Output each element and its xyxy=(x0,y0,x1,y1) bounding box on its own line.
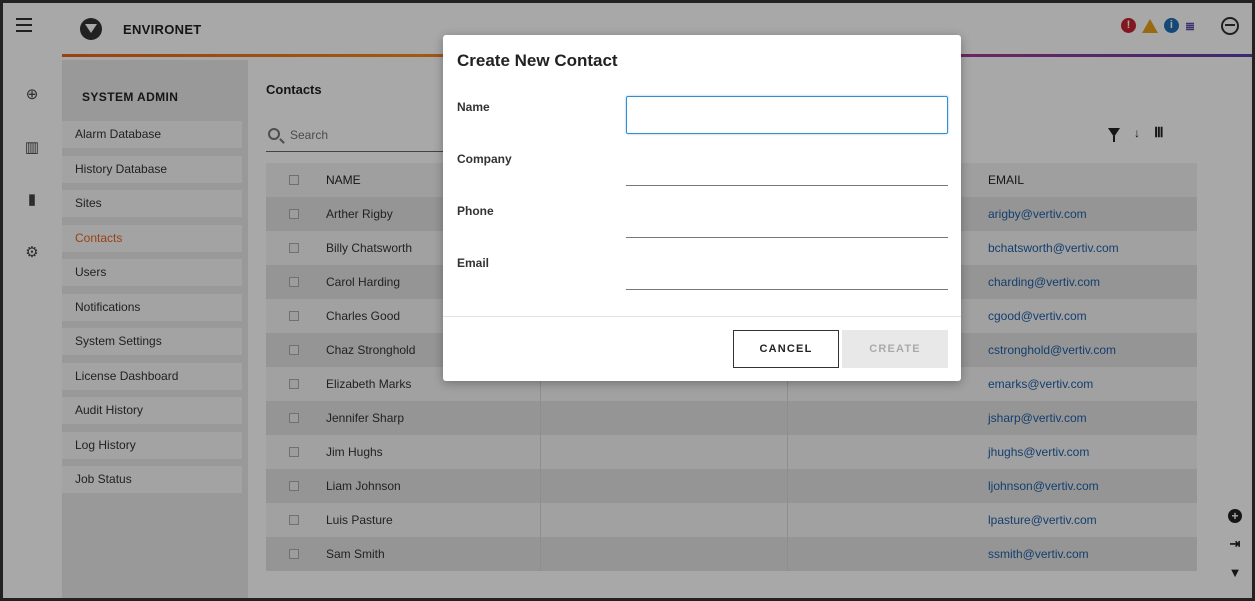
dialog-divider xyxy=(443,316,961,317)
dialog-title: Create New Contact xyxy=(457,51,618,70)
phone-label: Phone xyxy=(457,204,494,218)
company-field[interactable] xyxy=(626,148,948,186)
name-label: Name xyxy=(457,100,490,114)
name-field[interactable] xyxy=(626,96,948,134)
create-button[interactable]: CREATE xyxy=(842,330,948,368)
email-label: Email xyxy=(457,256,490,270)
company-label: Company xyxy=(457,152,512,166)
phone-field[interactable] xyxy=(626,200,948,238)
email-field[interactable] xyxy=(626,252,948,290)
cancel-button[interactable]: CANCEL xyxy=(733,330,839,368)
create-contact-dialog: Create New Contact Name Company Phone Em… xyxy=(443,35,961,381)
